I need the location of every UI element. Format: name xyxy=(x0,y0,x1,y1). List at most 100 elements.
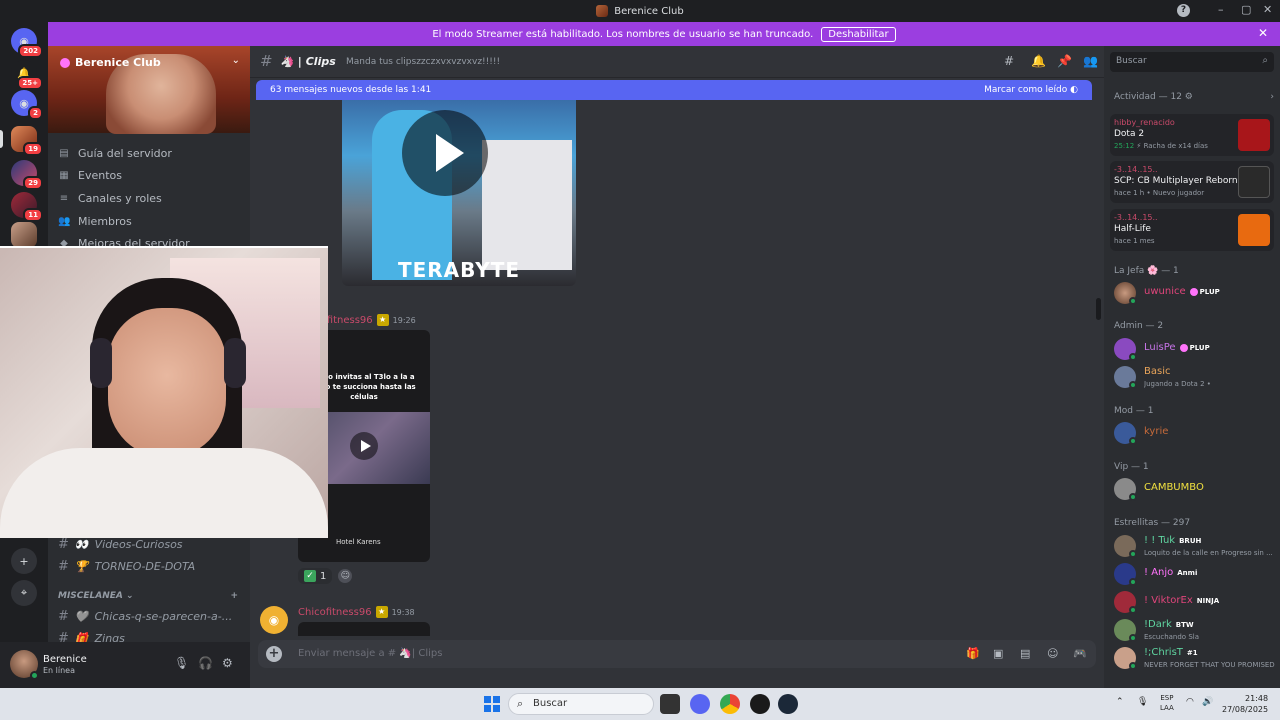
threads-icon[interactable]: # xyxy=(1004,54,1014,68)
server-header[interactable]: Berenice Club ⌄ xyxy=(48,46,250,134)
volume-icon[interactable]: 🔊 xyxy=(1202,697,1213,707)
nav-members[interactable]: 👥 Miembros xyxy=(58,211,244,231)
video-embed-3[interactable] xyxy=(298,622,430,636)
gear-icon[interactable]: ⚙ xyxy=(222,656,233,670)
member-list: Buscar ⌕ Actividad — 12 ⚙ › hibby_renaci… xyxy=(1104,46,1280,688)
message-author[interactable]: ifitness96 ★ 19:26 xyxy=(324,314,416,326)
dota-icon xyxy=(1238,119,1270,151)
compass-icon: ⌖ xyxy=(20,586,28,599)
mark-read-button[interactable]: Marcar como leído ◐ xyxy=(984,85,1078,95)
activity-card[interactable]: -3..14..15.. SCP: CB Multiplayer Reborn … xyxy=(1110,161,1274,203)
message-author[interactable]: Chicofitness96 ★ 19:38 xyxy=(298,606,415,618)
server-icon-4[interactable] xyxy=(11,222,37,248)
minimize-icon[interactable]: – xyxy=(1218,3,1224,16)
scrollbar[interactable] xyxy=(1096,298,1101,320)
member-item[interactable]: !;ChrisT #1 NEVER FORGET THAT YOU PROMISE… xyxy=(1114,647,1276,671)
play-icon[interactable] xyxy=(350,432,378,460)
scp-icon xyxy=(1238,166,1270,198)
inbox-button[interactable]: 🔔 25+ xyxy=(11,60,43,90)
video-embed-1[interactable]: TERABYTE xyxy=(342,100,576,286)
activity-header[interactable]: Actividad — 12 ⚙ › xyxy=(1114,92,1274,102)
maximize-icon[interactable]: ▢ xyxy=(1241,3,1251,16)
server-icon-2[interactable]: 29 xyxy=(11,160,43,190)
obs-icon[interactable] xyxy=(750,694,770,714)
home-button[interactable]: ◉ 202 xyxy=(11,28,43,58)
microphone-icon[interactable]: 🎙 xyxy=(174,656,189,670)
play-icon[interactable] xyxy=(402,110,488,196)
search-input[interactable]: Buscar ⌕ xyxy=(1110,52,1274,72)
server-icon-berenice[interactable]: 19 xyxy=(11,126,43,156)
pin-icon[interactable]: 📌 xyxy=(1057,54,1072,68)
member-list-icon[interactable]: 👥 xyxy=(1083,54,1098,68)
discord-app-icon[interactable] xyxy=(690,694,710,714)
member-name: uwunice PLUP xyxy=(1144,286,1220,297)
member-item[interactable]: kyrie xyxy=(1114,422,1276,446)
server-icon-3[interactable]: 11 xyxy=(11,192,43,222)
emoji-icon[interactable]: ☺ xyxy=(1047,647,1058,660)
nav-channels-roles[interactable]: ≡ Canales y roles xyxy=(58,188,244,208)
headphones-icon[interactable]: 🎧 xyxy=(198,656,213,670)
task-view-icon[interactable] xyxy=(660,694,680,714)
member-name: ! Anjo Anmi xyxy=(1144,567,1198,578)
taskbar-search[interactable]: ⌕ Buscar xyxy=(508,693,654,715)
nav-events[interactable]: ▦ Eventos xyxy=(58,165,244,185)
chevron-down-icon[interactable]: ⌄ xyxy=(232,55,240,66)
member-item[interactable]: Basic Jugando a Dota 2 • xyxy=(1114,366,1276,390)
plus-icon[interactable]: + xyxy=(266,646,282,662)
nav-server-guide[interactable]: ▤ Guía del servidor xyxy=(58,143,244,163)
gif-icon[interactable]: ▣ xyxy=(993,647,1003,660)
reaction-check[interactable]: ✓ 1 xyxy=(298,568,333,584)
category-miscelanea[interactable]: MISCELANEA ⌄ + xyxy=(58,591,238,601)
member-item[interactable]: ! ViktorEx NINJA xyxy=(1114,591,1276,615)
close-window-icon[interactable]: ✕ xyxy=(1263,3,1272,16)
member-item[interactable]: !Dark BTW Escuchando Sla xyxy=(1114,619,1276,643)
new-messages-bar[interactable]: 63 mensajes nuevos desde las 1:41 Marcar… xyxy=(256,80,1092,100)
webcam-face xyxy=(108,308,226,458)
add-channel-icon[interactable]: + xyxy=(230,591,238,601)
window-title: Berenice Club xyxy=(596,5,684,17)
role-header: Mod — 1 xyxy=(1114,406,1154,416)
gift-icon[interactable]: 🎁 xyxy=(966,647,980,660)
bell-icon[interactable]: 🔔 xyxy=(1031,54,1046,68)
activity-card[interactable]: -3..14..15.. Half-Life hace 1 mes xyxy=(1110,209,1274,251)
member-item[interactable]: uwunice PLUP xyxy=(1114,282,1276,306)
add-server-button[interactable]: + xyxy=(11,548,37,574)
member-item[interactable]: ! Anjo Anmi xyxy=(1114,563,1276,587)
chrome-icon[interactable] xyxy=(720,694,740,714)
chevron-up-icon[interactable]: ⌃ xyxy=(1116,697,1124,707)
apps-icon[interactable]: 🎮 xyxy=(1073,647,1087,660)
channel-torneo-de-dota[interactable]: # 🏆 TORNEO-DE-DOTA xyxy=(58,556,244,576)
role-header: Vip — 1 xyxy=(1114,462,1149,472)
language-indicator[interactable]: ESP LAA xyxy=(1160,693,1174,713)
microphone-icon[interactable]: 🎙 xyxy=(1137,697,1148,707)
discord-icon: ◉ xyxy=(19,96,29,110)
disable-streamer-button[interactable]: Deshabilitar xyxy=(821,26,896,42)
channel-zings[interactable]: # 🎁 Zings xyxy=(58,628,244,643)
sticker-icon[interactable]: ▤ xyxy=(1020,647,1030,660)
role-header: Estrellitas — 297 xyxy=(1114,518,1191,528)
add-reaction-icon[interactable]: ☺ xyxy=(338,569,353,583)
start-button[interactable] xyxy=(484,696,500,712)
explore-button[interactable]: ⌖ xyxy=(11,580,37,606)
user-status: En línea xyxy=(43,666,76,675)
member-item[interactable]: CAMBUMBO xyxy=(1114,478,1276,502)
steam-icon[interactable] xyxy=(778,694,798,714)
member-item[interactable]: ! ! Tuk BRUH Loquito de la calle en Progr… xyxy=(1114,535,1276,559)
star-badge-icon: ★ xyxy=(376,314,389,326)
wifi-icon[interactable]: ◠ xyxy=(1186,697,1194,707)
search-icon: ⌕ xyxy=(517,697,524,710)
message-input[interactable]: Enviar mensaje a # 🦄| Clips xyxy=(298,648,442,659)
member-item[interactable]: LuisPe PLUP xyxy=(1114,338,1276,362)
channel-chicas[interactable]: # 🩶 Chicas-q-se-parecen-a-... xyxy=(58,606,244,626)
activity-card[interactable]: hibby_renacido Dota 2 25:12 ⚡ Racha de x… xyxy=(1110,114,1274,156)
server-icon-1[interactable]: ◉ 2 xyxy=(11,90,43,120)
channel-topic[interactable]: Manda tus clipszzczxvxvzvxvz!!!!! xyxy=(346,57,500,67)
help-icon[interactable]: ? xyxy=(1177,4,1190,17)
message-composer[interactable]: + Enviar mensaje a # 🦄| Clips 🎁 ▣ ▤ ☺ 🎮 xyxy=(258,640,1096,668)
clock[interactable]: 21:48 27/08/2025 xyxy=(1222,693,1268,715)
online-status-icon xyxy=(1129,550,1137,558)
close-icon[interactable]: ✕ xyxy=(1258,26,1268,40)
avatar[interactable]: ◉ xyxy=(260,606,288,634)
chevron-right-icon[interactable]: › xyxy=(1270,92,1274,102)
reactions: ✓ 1 ☺ xyxy=(298,568,353,584)
